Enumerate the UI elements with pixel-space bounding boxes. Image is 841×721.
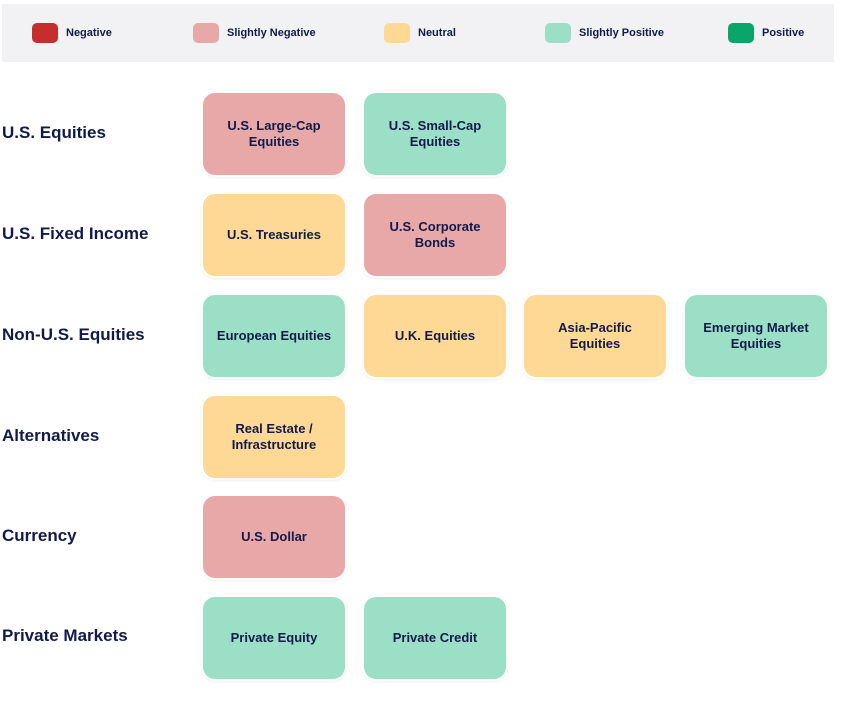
tile-us-small-cap-equities: U.S. Small-Cap Equities — [364, 93, 506, 175]
tile-label: U.S. Dollar — [241, 529, 307, 544]
tile-label: European Equities — [216, 328, 332, 343]
legend-label: Slightly Positive — [579, 27, 664, 39]
legend: Negative Slightly Negative Neutral Sligh… — [2, 4, 834, 62]
legend-label: Positive — [762, 27, 805, 39]
legend-item-neutral: Neutral — [384, 21, 456, 45]
tile-asia-pacific-equities: Asia-Pacific Equities — [524, 295, 666, 377]
legend-item-negative: Negative — [32, 21, 112, 45]
tile-label: U.S. Small-Cap Equities — [388, 118, 482, 149]
tile-label: U.S. Large-Cap Equities — [227, 118, 321, 149]
tile-european-equities: European Equities — [203, 295, 345, 377]
legend-label: Negative — [66, 27, 112, 39]
tile-label: U.S. Treasuries — [227, 227, 321, 242]
row-label-private-markets: Private Markets — [2, 626, 128, 645]
tile-uk-equities: U.K. Equities — [364, 295, 506, 377]
legend-swatch-neutral — [384, 23, 410, 43]
tile-private-credit: Private Credit — [364, 597, 506, 679]
legend-swatch-positive — [728, 23, 754, 43]
tile-label: Asia-Pacific Equities — [558, 320, 632, 351]
row-label-non-us-equities: Non-U.S. Equities — [2, 325, 145, 344]
tile-label: Private Equity — [230, 630, 318, 645]
tile-emerging-market-equities: Emerging Market Equities — [685, 295, 827, 377]
legend-item-slightly-negative: Slightly Negative — [193, 21, 316, 45]
tile-label: Private Credit — [392, 630, 478, 645]
tile-us-dollar: U.S. Dollar — [203, 496, 345, 578]
legend-item-positive: Positive — [728, 21, 804, 45]
tile-label: U.S. Corporate Bonds — [389, 219, 481, 250]
tile-us-treasuries: U.S. Treasuries — [203, 194, 345, 276]
legend-swatch-slightly-positive — [545, 23, 571, 43]
tile-real-estate-infrastructure: Real Estate / Infrastructure — [203, 396, 345, 478]
row-label-us-fixed-income: U.S. Fixed Income — [2, 224, 149, 243]
tile-label: U.K. Equities — [394, 328, 476, 343]
tile-us-large-cap-equities: U.S. Large-Cap Equities — [203, 93, 345, 175]
row-label-us-equities: U.S. Equities — [2, 123, 106, 142]
row-label-currency: Currency — [2, 526, 77, 545]
legend-label: Neutral — [418, 27, 456, 39]
tile-private-equity: Private Equity — [203, 597, 345, 679]
legend-label: Slightly Negative — [227, 27, 316, 39]
row-label-alternatives: Alternatives — [2, 426, 100, 445]
legend-swatch-slightly-negative — [193, 23, 219, 43]
tile-label: Real Estate / Infrastructure — [231, 421, 317, 452]
tile-label: Emerging Market Equities — [703, 320, 809, 351]
legend-swatch-negative — [32, 23, 58, 43]
legend-item-slightly-positive: Slightly Positive — [545, 21, 664, 45]
tile-us-corporate-bonds: U.S. Corporate Bonds — [364, 194, 506, 276]
